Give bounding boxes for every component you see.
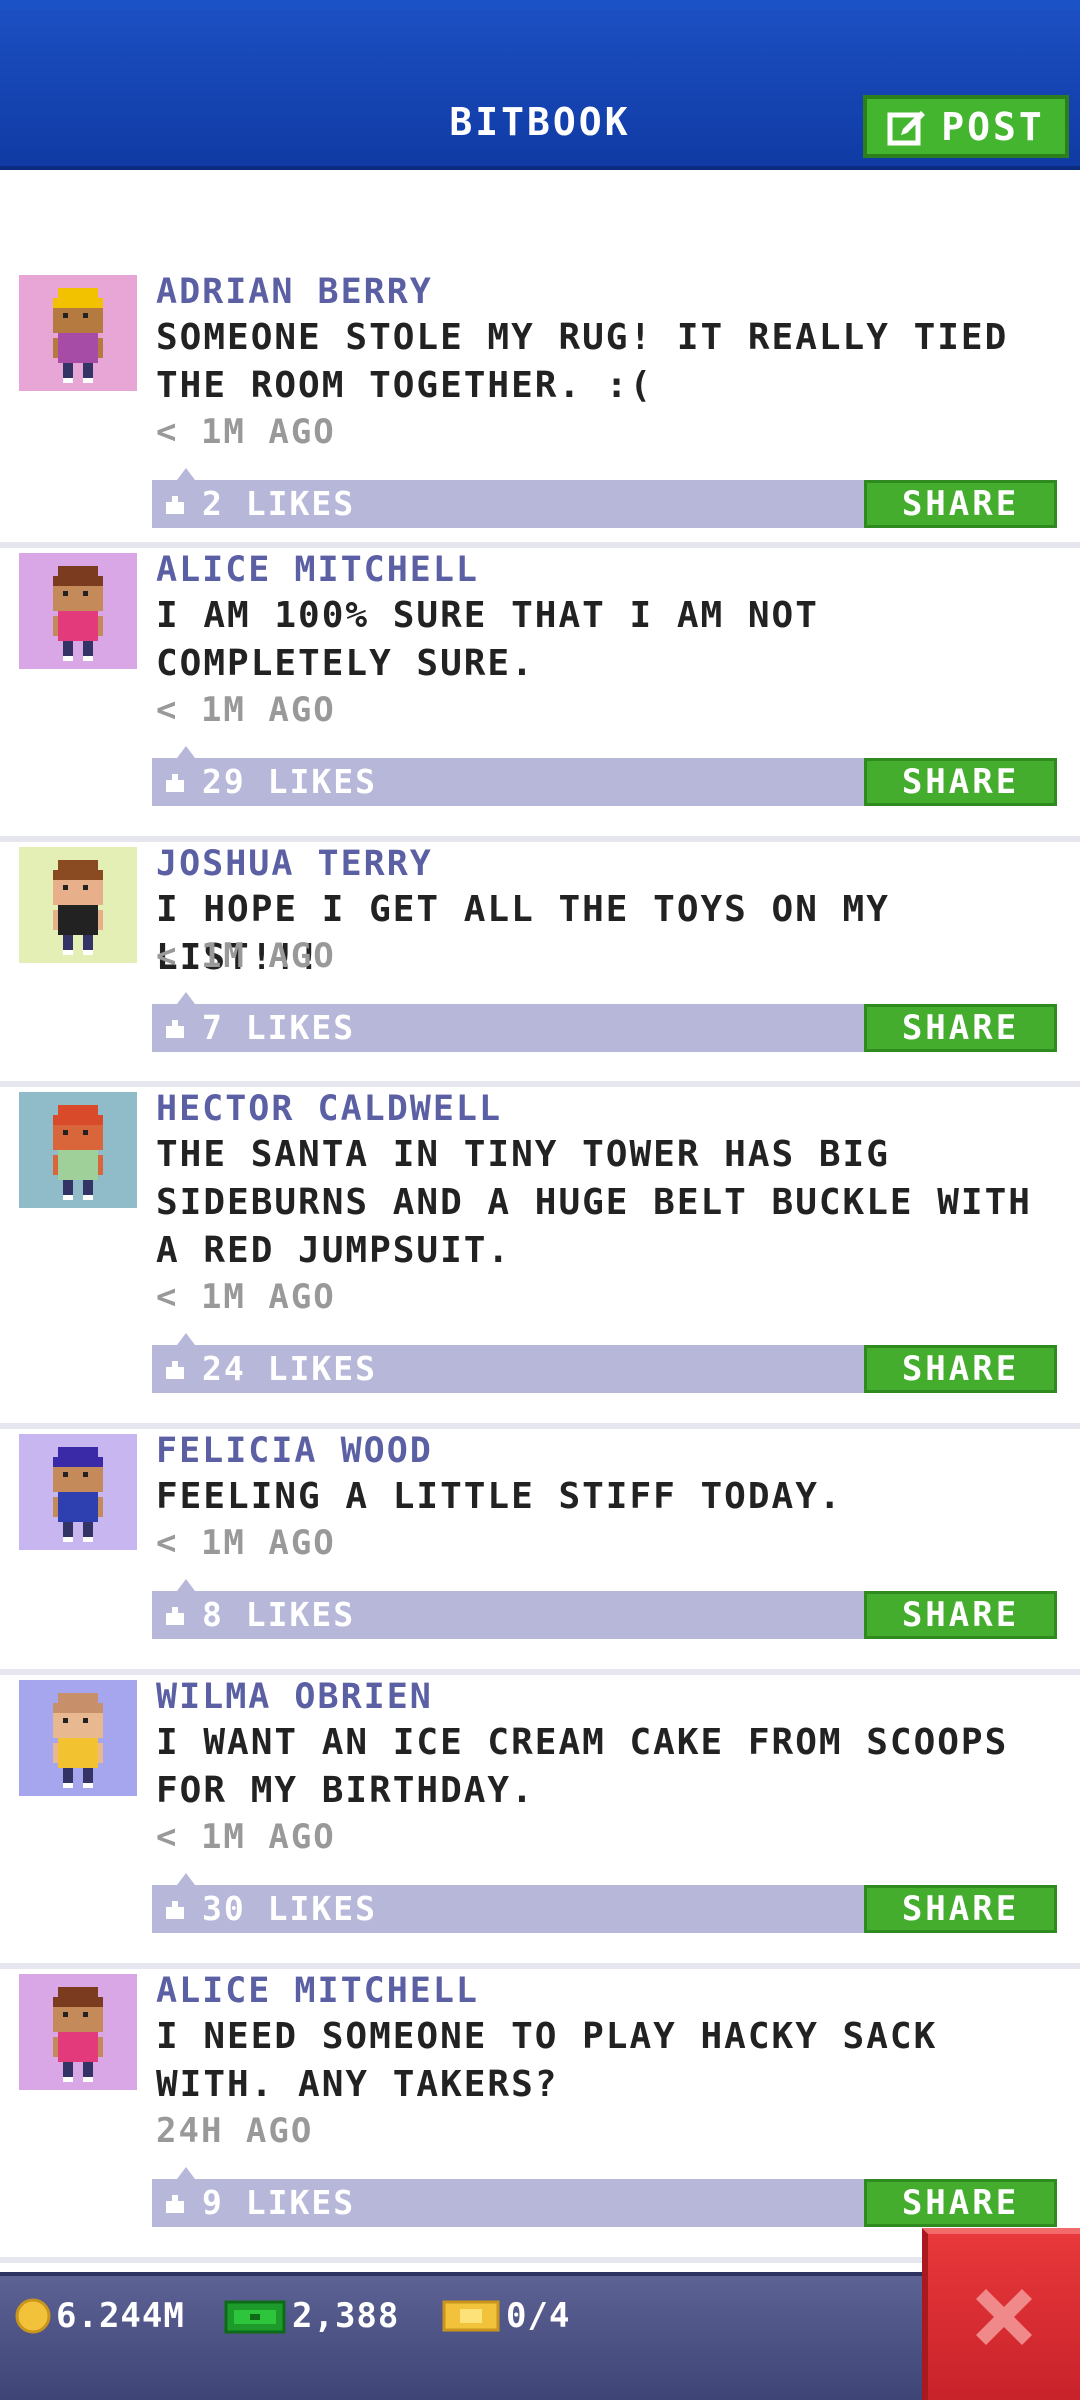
top-bar: BITBOOK POST bbox=[0, 0, 1080, 170]
coin-icon bbox=[15, 2298, 51, 2334]
post-author[interactable]: ALICE MITCHELL bbox=[156, 1969, 479, 2013]
post-time: < 1M AGO bbox=[156, 1817, 336, 1857]
post-message: THE SANTA IN TINY TOWER HAS BIG SIDEBURN… bbox=[156, 1134, 1032, 1271]
likes-count: 24 LIKES bbox=[202, 1349, 377, 1388]
share-button[interactable]: SHARE bbox=[864, 2179, 1057, 2227]
likes-count: 30 LIKES bbox=[202, 1889, 377, 1928]
likes-bar: 7 LIKES SHARE bbox=[152, 992, 1057, 1052]
post-author[interactable]: WILMA OBRIEN bbox=[156, 1675, 433, 1719]
feed-post: WILMA OBRIEN I WANT AN ICE CREAM CAKE FR… bbox=[0, 1675, 1080, 1969]
post-button-label: POST bbox=[941, 104, 1045, 149]
post-time: < 1M AGO bbox=[156, 690, 336, 730]
likes-count: 2 LIKES bbox=[202, 484, 356, 523]
post-message: I AM 100% SURE THAT I AM NOT COMPLETELY … bbox=[156, 595, 819, 684]
likes-bar: 9 LIKES SHARE bbox=[152, 2167, 1057, 2227]
feed-post: JOSHUA TERRY I HOPE I GET ALL THE TOYS O… bbox=[0, 842, 1080, 1087]
likes-bar: 29 LIKES SHARE bbox=[152, 746, 1057, 806]
post-button[interactable]: POST bbox=[863, 95, 1069, 158]
close-button[interactable] bbox=[922, 2228, 1080, 2400]
character-sprite bbox=[53, 1447, 103, 1542]
feed-post: ALICE MITCHELL I AM 100% SURE THAT I AM … bbox=[0, 548, 1080, 842]
post-time: < 1M AGO bbox=[156, 936, 336, 976]
likes-bar: 2 LIKES SHARE bbox=[152, 468, 1057, 528]
share-button[interactable]: SHARE bbox=[864, 1345, 1057, 1393]
ticket-icon bbox=[442, 2300, 500, 2332]
thumbs-up-icon bbox=[166, 2195, 184, 2213]
post-author[interactable]: ALICE MITCHELL bbox=[156, 548, 479, 592]
coins-value: 6.244M bbox=[56, 2296, 185, 2336]
character-sprite bbox=[53, 288, 103, 383]
feed-post: ADRIAN BERRY SOMEONE STOLE MY RUG! IT RE… bbox=[0, 270, 1080, 548]
post-time: 24H AGO bbox=[156, 2111, 314, 2151]
avatar bbox=[19, 847, 137, 963]
thumbs-up-icon bbox=[166, 774, 184, 792]
likes-count: 8 LIKES bbox=[202, 1595, 356, 1634]
divider bbox=[0, 2257, 1080, 2263]
tickets-value: 0/4 bbox=[506, 2296, 571, 2336]
feed-post: FELICIA WOOD FEELING A LITTLE STIFF TODA… bbox=[0, 1429, 1080, 1675]
post-author[interactable]: FELICIA WOOD bbox=[156, 1429, 433, 1473]
post-time: < 1M AGO bbox=[156, 412, 336, 452]
status-bar: 6.244M 2,388 0/4 bbox=[0, 2272, 1080, 2400]
avatar bbox=[19, 1974, 137, 2090]
post-message: I NEED SOMEONE TO PLAY HACKY SACK WITH. … bbox=[156, 2016, 938, 2105]
likes-bar: 30 LIKES SHARE bbox=[152, 1873, 1057, 1933]
character-sprite bbox=[53, 1105, 103, 1200]
avatar bbox=[19, 1092, 137, 1208]
post-message: FEELING A LITTLE STIFF TODAY. bbox=[156, 1476, 843, 1517]
likes-count: 7 LIKES bbox=[202, 1008, 356, 1047]
likes-count: 9 LIKES bbox=[202, 2183, 356, 2222]
post-message: SOMEONE STOLE MY RUG! IT REALLY TIED THE… bbox=[156, 317, 1009, 406]
post-time: < 1M AGO bbox=[156, 1523, 336, 1563]
share-button[interactable]: SHARE bbox=[864, 1885, 1057, 1933]
likes-count: 29 LIKES bbox=[202, 762, 377, 801]
post-author[interactable]: HECTOR CALDWELL bbox=[156, 1087, 502, 1131]
feed-post: HECTOR CALDWELL THE SANTA IN TINY TOWER … bbox=[0, 1087, 1080, 1429]
thumbs-up-icon bbox=[166, 1020, 184, 1038]
coins-stat: 6.244M bbox=[14, 2296, 185, 2336]
bux-value: 2,388 bbox=[292, 2296, 400, 2336]
character-sprite bbox=[53, 1987, 103, 2082]
character-sprite bbox=[53, 1693, 103, 1788]
post-message: I WANT AN ICE CREAM CAKE FROM SCOOPS FOR… bbox=[156, 1722, 1009, 1811]
post-author[interactable]: ADRIAN BERRY bbox=[156, 270, 433, 314]
character-sprite bbox=[53, 860, 103, 955]
likes-bar: 8 LIKES SHARE bbox=[152, 1579, 1057, 1639]
thumbs-up-icon bbox=[166, 496, 184, 514]
avatar bbox=[19, 1680, 137, 1796]
close-icon bbox=[976, 2289, 1032, 2345]
avatar bbox=[19, 275, 137, 391]
likes-bar: 24 LIKES SHARE bbox=[152, 1333, 1057, 1393]
feed-list[interactable]: ADRIAN BERRY SOMEONE STOLE MY RUG! IT RE… bbox=[0, 270, 1080, 2263]
thumbs-up-icon bbox=[166, 1901, 184, 1919]
thumbs-up-icon bbox=[166, 1361, 184, 1379]
share-button[interactable]: SHARE bbox=[864, 1591, 1057, 1639]
bux-stat: 2,388 bbox=[222, 2296, 399, 2336]
feed-post: ALICE MITCHELL I NEED SOMEONE TO PLAY HA… bbox=[0, 1969, 1080, 2263]
share-button[interactable]: SHARE bbox=[864, 1004, 1057, 1052]
tickets-stat: 0/4 bbox=[440, 2296, 570, 2336]
share-button[interactable]: SHARE bbox=[864, 758, 1057, 806]
avatar bbox=[19, 1434, 137, 1550]
share-button[interactable]: SHARE bbox=[864, 480, 1057, 528]
thumbs-up-icon bbox=[166, 1607, 184, 1625]
avatar bbox=[19, 553, 137, 669]
edit-icon bbox=[887, 110, 926, 145]
post-author[interactable]: JOSHUA TERRY bbox=[156, 842, 433, 886]
bux-icon bbox=[224, 2300, 286, 2334]
post-time: < 1M AGO bbox=[156, 1277, 336, 1317]
character-sprite bbox=[53, 566, 103, 661]
